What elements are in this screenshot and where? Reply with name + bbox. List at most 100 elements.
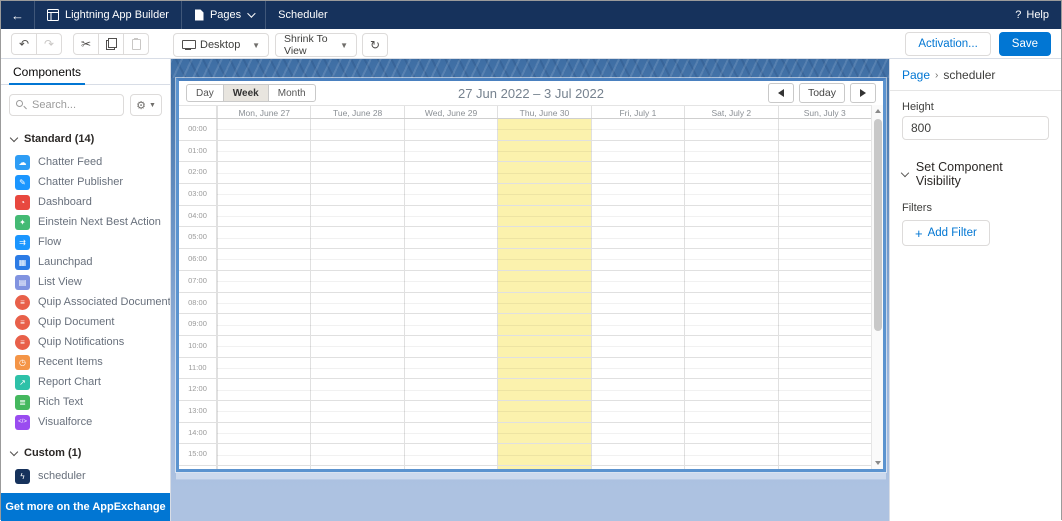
calendar-cell[interactable] <box>310 379 403 400</box>
calendar-cell[interactable] <box>403 119 497 140</box>
visibility-section-header[interactable]: Set Component Visibility <box>900 160 1049 188</box>
calendar-cell[interactable] <box>403 379 497 400</box>
component-item-launchpad[interactable]: ▦ Launchpad <box>1 252 170 272</box>
calendar-cell[interactable] <box>497 357 591 379</box>
calendar-cell[interactable] <box>217 184 310 205</box>
calendar-cell[interactable] <box>497 270 591 292</box>
calendar-cell[interactable] <box>403 357 497 379</box>
calendar-cell[interactable] <box>777 400 871 422</box>
calendar-cell[interactable] <box>217 249 310 270</box>
calendar-cell[interactable] <box>217 119 310 140</box>
calendar-cell[interactable] <box>310 140 403 162</box>
calendar-cell[interactable] <box>403 444 497 465</box>
calendar-cell[interactable] <box>777 314 871 335</box>
calendar-cell[interactable] <box>403 140 497 162</box>
calendar-cell[interactable] <box>310 162 403 184</box>
calendar-cell[interactable] <box>217 335 310 357</box>
calendar-cell[interactable] <box>497 292 591 314</box>
calendar-cell[interactable] <box>684 335 777 357</box>
calendar-cell[interactable] <box>684 400 777 422</box>
device-selector[interactable]: Desktop ▼ <box>173 33 269 57</box>
calendar-cell[interactable] <box>590 249 684 270</box>
calendar-cell[interactable] <box>590 357 684 379</box>
calendar-cell[interactable] <box>497 466 591 469</box>
calendar-cell[interactable] <box>777 357 871 379</box>
calendar-cell[interactable] <box>217 379 310 400</box>
component-item-chatter-publisher[interactable]: ✎ Chatter Publisher <box>1 172 170 192</box>
calendar-cell[interactable] <box>684 379 777 400</box>
height-input[interactable] <box>902 116 1049 140</box>
component-item-report-chart[interactable]: ↗ Report Chart <box>1 372 170 392</box>
calendar-cell[interactable] <box>403 162 497 184</box>
component-item-quip-notifications[interactable]: ≡ Quip Notifications <box>1 332 170 352</box>
calendar-cell[interactable] <box>217 162 310 184</box>
view-button-week[interactable]: Week <box>222 84 269 102</box>
calendar-cell[interactable] <box>590 400 684 422</box>
calendar-cell[interactable] <box>497 227 591 249</box>
calendar-cell[interactable] <box>590 379 684 400</box>
calendar-cell[interactable] <box>777 140 871 162</box>
calendar-cell[interactable] <box>497 379 591 400</box>
calendar-cell[interactable] <box>590 444 684 465</box>
calendar-cell[interactable] <box>590 292 684 314</box>
prev-week-button[interactable] <box>767 83 794 103</box>
calendar-cell[interactable] <box>777 444 871 465</box>
calendar-cell[interactable] <box>590 335 684 357</box>
calendar-cell[interactable] <box>684 357 777 379</box>
pages-dropdown[interactable]: Pages <box>182 1 267 29</box>
view-button-day[interactable]: Day <box>186 84 224 102</box>
calendar-scrollbar[interactable] <box>871 105 883 469</box>
calendar-cell[interactable] <box>497 249 591 270</box>
calendar-cell[interactable] <box>684 292 777 314</box>
save-button[interactable]: Save <box>998 32 1051 56</box>
calendar-cell[interactable] <box>217 422 310 444</box>
calendar-cell[interactable] <box>310 270 403 292</box>
calendar-cell[interactable] <box>684 444 777 465</box>
calendar-cell[interactable] <box>777 335 871 357</box>
calendar-cell[interactable] <box>217 140 310 162</box>
calendar-cell[interactable] <box>777 292 871 314</box>
calendar-cell[interactable] <box>497 162 591 184</box>
calendar-cell[interactable] <box>590 140 684 162</box>
calendar-cell[interactable] <box>217 270 310 292</box>
component-item-list-view[interactable]: ▤ List View <box>1 272 170 292</box>
scrollbar-thumb[interactable] <box>874 119 882 331</box>
tab-components[interactable]: Components <box>9 59 86 85</box>
calendar-cell[interactable] <box>310 444 403 465</box>
app-builder-home[interactable]: Lightning App Builder <box>35 1 182 29</box>
calendar-cell[interactable] <box>217 314 310 335</box>
calendar-cell[interactable] <box>403 292 497 314</box>
calendar-cell[interactable] <box>590 422 684 444</box>
component-item-visualforce[interactable]: </> Visualforce <box>1 412 170 432</box>
component-item-recent-items[interactable]: ◷ Recent Items <box>1 352 170 372</box>
calendar-cell[interactable] <box>217 357 310 379</box>
settings-dropdown-button[interactable]: ⚙ ▼ <box>130 94 162 116</box>
paste-button[interactable] <box>123 33 149 55</box>
calendar-cell[interactable] <box>310 400 403 422</box>
calendar-cell[interactable] <box>777 249 871 270</box>
component-item-rich-text[interactable]: ≣ Rich Text <box>1 392 170 412</box>
calendar-cell[interactable] <box>684 422 777 444</box>
calendar-cell[interactable] <box>590 314 684 335</box>
calendar-cell[interactable] <box>217 227 310 249</box>
component-item-quip-document[interactable]: ≡ Quip Document <box>1 312 170 332</box>
calendar-cell[interactable] <box>310 314 403 335</box>
calendar-cell[interactable] <box>217 205 310 227</box>
calendar-cell[interactable] <box>217 444 310 465</box>
calendar-cell[interactable] <box>684 466 777 469</box>
calendar-cell[interactable] <box>403 466 497 469</box>
copy-button[interactable] <box>98 33 124 55</box>
view-mode-selector[interactable]: Shrink To View ▼ <box>275 33 357 57</box>
calendar-cell[interactable] <box>777 422 871 444</box>
calendar-cell[interactable] <box>310 249 403 270</box>
search-input[interactable] <box>9 94 124 116</box>
calendar-cell[interactable] <box>777 270 871 292</box>
add-filter-button[interactable]: + Add Filter <box>902 220 990 246</box>
breadcrumb-page-link[interactable]: Page <box>902 68 930 82</box>
calendar-cell[interactable] <box>310 335 403 357</box>
calendar-cell[interactable] <box>310 119 403 140</box>
activation-button[interactable]: Activation... <box>905 32 991 56</box>
calendar-cell[interactable] <box>684 249 777 270</box>
calendar-cell[interactable] <box>310 357 403 379</box>
today-button[interactable]: Today <box>798 83 845 103</box>
